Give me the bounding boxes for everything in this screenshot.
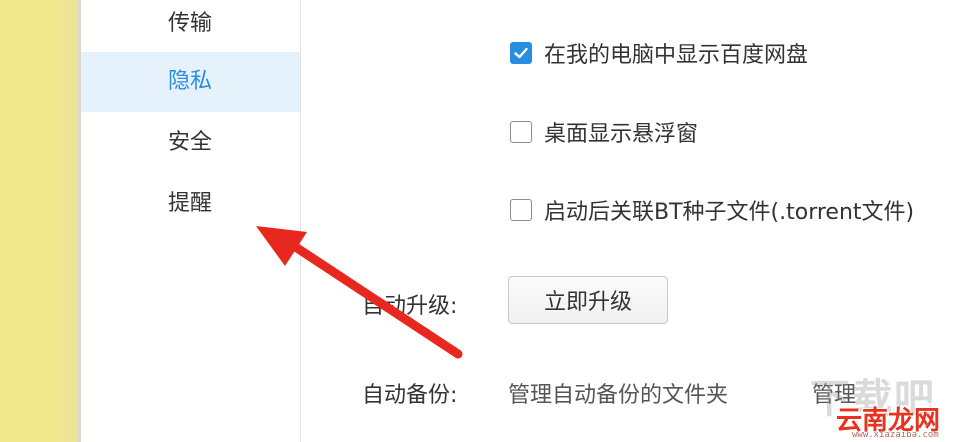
- red-arrow-annotation: [256, 226, 463, 359]
- arrow-shaft: [289, 241, 463, 359]
- settings-window: 传输 隐私 安全 提醒 在我的电脑中显示百度网盘 桌面显示悬浮窗 启动后关联BT…: [0, 0, 968, 442]
